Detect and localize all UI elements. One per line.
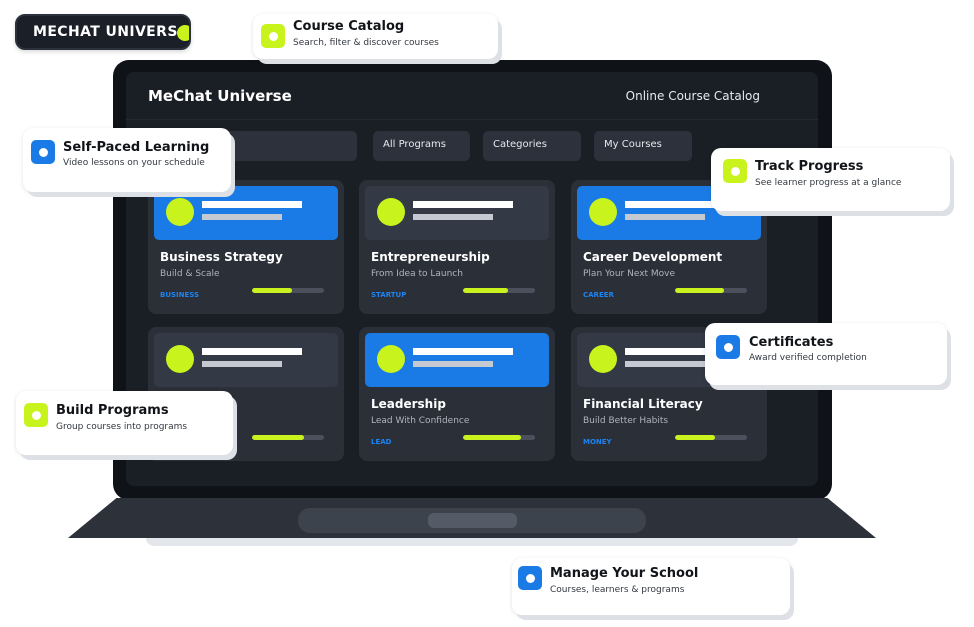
- course-tag: LEAD: [371, 438, 392, 446]
- laptop-trackpad-notch: [428, 513, 517, 528]
- course-progress-fill: [252, 288, 292, 293]
- course-thumbnail: [365, 333, 549, 387]
- course-progress-fill: [463, 288, 508, 293]
- thumbnail-placeholder-line: [413, 361, 493, 367]
- thumbnail-placeholder-line: [202, 201, 302, 208]
- course-tag: BUSINESS: [160, 291, 200, 299]
- course-progress-bar: [675, 435, 747, 440]
- course-progress-fill: [252, 435, 304, 440]
- callout-desc: Award verified completion: [749, 353, 867, 363]
- catalog-icon: [261, 24, 285, 48]
- callout-title: Certificates: [749, 335, 834, 350]
- course-progress-bar: [463, 288, 535, 293]
- course-progress-bar: [675, 288, 747, 293]
- app-header: MeChat Universe Online Course Catalog: [126, 72, 818, 120]
- callout-title: Build Programs: [56, 403, 169, 418]
- callout-track-progress: Track Progress See learner progress at a…: [711, 148, 950, 211]
- course-subtitle: Build Better Habits: [583, 416, 669, 426]
- thumbnail-dot-icon: [377, 345, 405, 373]
- thumbnail-dot-icon: [166, 345, 194, 373]
- course-title: Business Strategy: [160, 250, 283, 264]
- thumbnail-dot-icon: [166, 198, 194, 226]
- course-card[interactable]: Entrepreneurship From Idea to Launch START…: [359, 180, 555, 314]
- filter-my-courses-button[interactable]: My Courses: [594, 131, 692, 161]
- course-subtitle: Lead With Confidence: [371, 416, 470, 426]
- thumbnail-placeholder-line: [413, 201, 513, 208]
- thumbnail-placeholder-line: [202, 361, 282, 367]
- callout-title: Track Progress: [755, 159, 864, 174]
- filter-all-programs-button[interactable]: All Programs: [373, 131, 470, 161]
- brand-badge: MECHAT UNIVERS: [15, 14, 191, 50]
- app-title: MeChat Universe: [148, 87, 292, 105]
- callout-manage-school: Manage Your School Courses, learners & p…: [512, 558, 790, 615]
- thumbnail-placeholder-line: [413, 348, 513, 355]
- course-thumbnail: [365, 186, 549, 240]
- course-subtitle: Build & Scale: [160, 269, 220, 279]
- course-thumbnail: [154, 186, 338, 240]
- callout-course-catalog: Course Catalog Search, filter & discover…: [253, 14, 498, 59]
- callout-desc: Video lessons on your schedule: [63, 158, 205, 168]
- brand-name: MECHAT UNIVERS: [33, 24, 178, 40]
- course-progress-bar: [463, 435, 535, 440]
- course-card[interactable]: Leadership Lead With Confidence LEAD: [359, 327, 555, 461]
- thumbnail-dot-icon: [377, 198, 405, 226]
- course-tag: STARTUP: [371, 291, 407, 299]
- progress-icon: [723, 159, 747, 183]
- course-progress-bar: [252, 288, 324, 293]
- thumbnail-dot-icon: [589, 345, 617, 373]
- course-title: Entrepreneurship: [371, 250, 490, 264]
- callout-build-programs: Build Programs Group courses into progra…: [16, 391, 233, 455]
- thumbnail-placeholder-line: [625, 214, 705, 220]
- callout-desc: See learner progress at a glance: [755, 178, 902, 188]
- laptop-base-shadow: [146, 538, 798, 546]
- thumbnail-placeholder-line: [625, 201, 725, 208]
- course-tag: CAREER: [583, 291, 614, 299]
- video-icon: [31, 140, 55, 164]
- callout-title: Manage Your School: [550, 566, 699, 581]
- filter-categories-button[interactable]: Categories: [483, 131, 581, 161]
- callout-desc: Courses, learners & programs: [550, 585, 685, 595]
- course-progress-fill: [463, 435, 521, 440]
- course-progress-bar: [252, 435, 324, 440]
- course-thumbnail: [154, 333, 338, 387]
- callout-title: Course Catalog: [293, 19, 405, 34]
- callout-desc: Search, filter & discover courses: [293, 38, 439, 48]
- thumbnail-placeholder-line: [202, 214, 282, 220]
- callout-certificates: Certificates Award verified completion: [705, 323, 947, 385]
- course-title: Leadership: [371, 397, 446, 411]
- course-title: Financial Literacy: [583, 397, 703, 411]
- programs-icon: [24, 403, 48, 427]
- course-subtitle: Plan Your Next Move: [583, 269, 676, 279]
- callout-title: Self-Paced Learning: [63, 140, 210, 155]
- course-title: Career Development: [583, 250, 723, 264]
- thumbnail-placeholder-line: [625, 361, 705, 367]
- course-card[interactable]: Business Strategy Build & Scale BUSINESS: [148, 180, 344, 314]
- brand-dot-icon: [177, 25, 189, 41]
- thumbnail-placeholder-line: [202, 348, 302, 355]
- app-subtitle: Online Course Catalog: [625, 89, 760, 103]
- course-subtitle: From Idea to Launch: [371, 269, 463, 279]
- callout-desc: Group courses into programs: [56, 422, 188, 432]
- thumbnail-placeholder-line: [413, 214, 493, 220]
- course-progress-fill: [675, 288, 724, 293]
- course-progress-fill: [675, 435, 716, 440]
- school-icon: [518, 566, 542, 590]
- thumbnail-dot-icon: [589, 198, 617, 226]
- course-tag: MONEY: [583, 438, 612, 446]
- certificate-icon: [716, 335, 740, 359]
- callout-self-paced-learning: Self-Paced Learning Video lessons on you…: [23, 128, 231, 192]
